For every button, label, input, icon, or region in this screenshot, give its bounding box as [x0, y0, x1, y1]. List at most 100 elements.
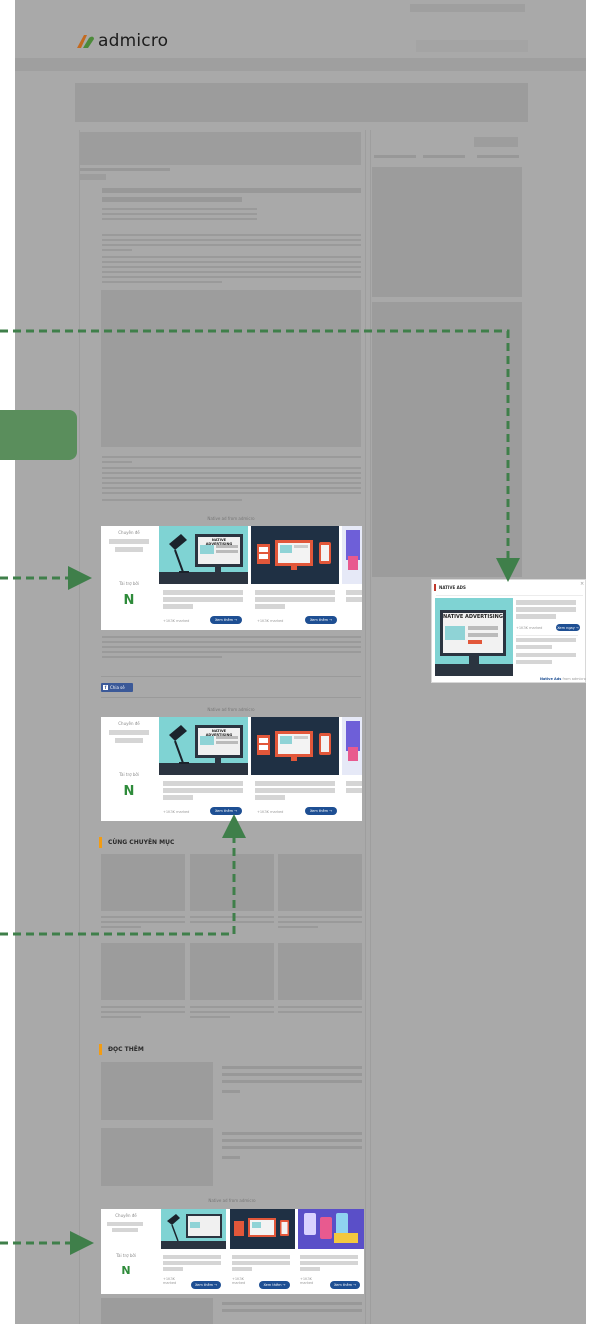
ad-views: +1K3K marked: [232, 1277, 246, 1285]
text-line: [102, 261, 361, 263]
text-line: [278, 916, 362, 918]
ad-image-partial[interactable]: [342, 717, 362, 775]
text-line: [102, 651, 361, 653]
nav-bar: [15, 58, 586, 71]
section-accent-bar: [99, 1043, 102, 1055]
ad-headline-placeholder: [346, 597, 362, 602]
ad-headline-placeholder: [232, 1255, 290, 1259]
native-ad-card[interactable]: Chuyên đề Tài trợ bởi N NATIVE ADVERTISI…: [101, 717, 362, 821]
text-line: [102, 656, 222, 658]
ad-image-devices[interactable]: [230, 1209, 295, 1249]
native-ad-card[interactable]: Chuyên đề Tài trợ bởi N +1K3K marked Xem…: [101, 1209, 364, 1294]
sponsor-caption: Tài trợ bởi: [119, 581, 139, 586]
text-line: [101, 921, 185, 923]
native-ads-widget[interactable]: NATIVE ADS × NATIVE ADVERTISING +1K3K ma…: [431, 579, 586, 683]
text-line: [278, 1006, 362, 1008]
divider: [101, 676, 361, 677]
ad-headline-placeholder: [255, 597, 335, 602]
text-line: [102, 239, 361, 241]
native-ad-label: Native ad from admicro: [207, 707, 255, 712]
related-article-thumb[interactable]: [190, 943, 274, 1000]
text-line: [102, 482, 361, 484]
text-line: [190, 1011, 274, 1013]
text-line: [222, 1302, 362, 1305]
text-line: [222, 1139, 362, 1142]
text-line: [190, 1006, 274, 1008]
widget-views: +1K3K marked: [516, 626, 543, 630]
sidebar-tab-line: [374, 155, 416, 158]
widget-headline-placeholder: [516, 638, 576, 642]
sponsor-caption: Tài trợ bởi: [119, 772, 139, 777]
read-more-thumb[interactable]: [101, 1298, 213, 1324]
related-article-thumb[interactable]: [101, 854, 185, 911]
widget-headline-placeholder: [516, 614, 556, 619]
native-widget-image[interactable]: NATIVE ADVERTISING: [435, 598, 513, 676]
header-search-box[interactable]: [416, 40, 528, 52]
admicro-logo: admicro: [75, 28, 168, 54]
ad-more-button[interactable]: Xem thêm →: [259, 1281, 290, 1289]
section-read-more-title: ĐỌC THÊM: [108, 1045, 144, 1053]
topic-title-placeholder: [115, 738, 143, 743]
ad-image-desk-illustration[interactable]: NATIVE ADVERTISING: [159, 526, 248, 584]
sidebar-tab-line: [477, 155, 519, 158]
ad-image-devices[interactable]: [251, 717, 339, 775]
ad-image-desk-illustration[interactable]: NATIVE ADVERTISING: [159, 717, 248, 775]
illustration-text: NATIVE ADVERTISING: [205, 538, 233, 546]
ad-more-button[interactable]: Xem thêm →: [210, 616, 242, 624]
ad-image-devices[interactable]: [251, 526, 339, 584]
ad-more-button[interactable]: Xem thêm →: [305, 616, 337, 624]
ad-more-button[interactable]: Xem thêm →: [330, 1281, 360, 1289]
ad-headline-placeholder: [255, 590, 335, 595]
topic-title-placeholder: [112, 1228, 138, 1232]
facebook-share-button[interactable]: f Chia sẻ: [101, 683, 133, 692]
topic-title-placeholder: [109, 730, 149, 735]
read-more-thumb[interactable]: [101, 1128, 213, 1186]
ad-headline-placeholder: [346, 590, 362, 595]
native-ad-label: Native ad from admicro: [207, 516, 255, 521]
ad-image-mobile[interactable]: [298, 1209, 364, 1249]
text-line: [101, 926, 141, 928]
ad-headline-placeholder: [163, 1261, 221, 1265]
text-line: [222, 1066, 362, 1069]
ad-more-button[interactable]: Xem thêm →: [210, 807, 242, 815]
native-ad-label: Native ad from admicro: [208, 1198, 256, 1203]
text-line: [102, 636, 361, 638]
sidebar-tab-placeholder: [474, 137, 518, 147]
ad-more-button[interactable]: Xem thêm →: [305, 807, 337, 815]
text-line: [222, 1132, 362, 1135]
widget-footer: Native Ads from admicro: [540, 677, 586, 681]
text-line: [102, 249, 132, 251]
related-article-thumb[interactable]: [101, 943, 185, 1000]
widget-cta-button[interactable]: Xem ngay →: [556, 624, 580, 631]
text-line: [102, 244, 361, 246]
section-related-heading: CÙNG CHUYÊN MỤC: [99, 836, 174, 848]
sponsor-logo-icon: N: [123, 783, 135, 799]
ad-image-partial[interactable]: [342, 526, 362, 584]
section-accent-bar: [99, 836, 102, 848]
text-line: [190, 921, 274, 923]
mobile-phones-icon: [304, 1213, 358, 1243]
related-article-thumb[interactable]: [190, 854, 274, 911]
text-line: [102, 467, 361, 469]
read-more-thumb[interactable]: [101, 1062, 213, 1120]
text-line: [102, 487, 361, 489]
ad-more-button[interactable]: Xem thêm →: [191, 1281, 221, 1289]
close-icon[interactable]: ×: [580, 581, 584, 587]
native-ad-card[interactable]: Chuyên đề Tài trợ bởi N NATIVE ADVERTISI…: [101, 526, 362, 630]
topic-caption: Chuyên đề: [115, 1213, 137, 1218]
topic-title-placeholder: [109, 539, 149, 544]
ad-headline-placeholder: [300, 1255, 358, 1259]
topic-caption: Chuyên đề: [118, 530, 140, 535]
text-line: [101, 1011, 185, 1013]
related-article-thumb[interactable]: [278, 854, 362, 911]
desk-lamp-monitor-icon: [159, 534, 248, 584]
desk-lamp-monitor-icon: [161, 1214, 226, 1249]
widget-footer-suffix: from admicro: [562, 677, 586, 681]
text-line: [102, 188, 361, 193]
top-bar-control: [410, 4, 525, 12]
text-line: [102, 213, 257, 215]
sidebar-ad-placeholder: [372, 302, 522, 577]
related-article-thumb[interactable]: [278, 943, 362, 1000]
ad-image-desk-illustration[interactable]: [161, 1209, 226, 1249]
text-line: [102, 218, 257, 220]
